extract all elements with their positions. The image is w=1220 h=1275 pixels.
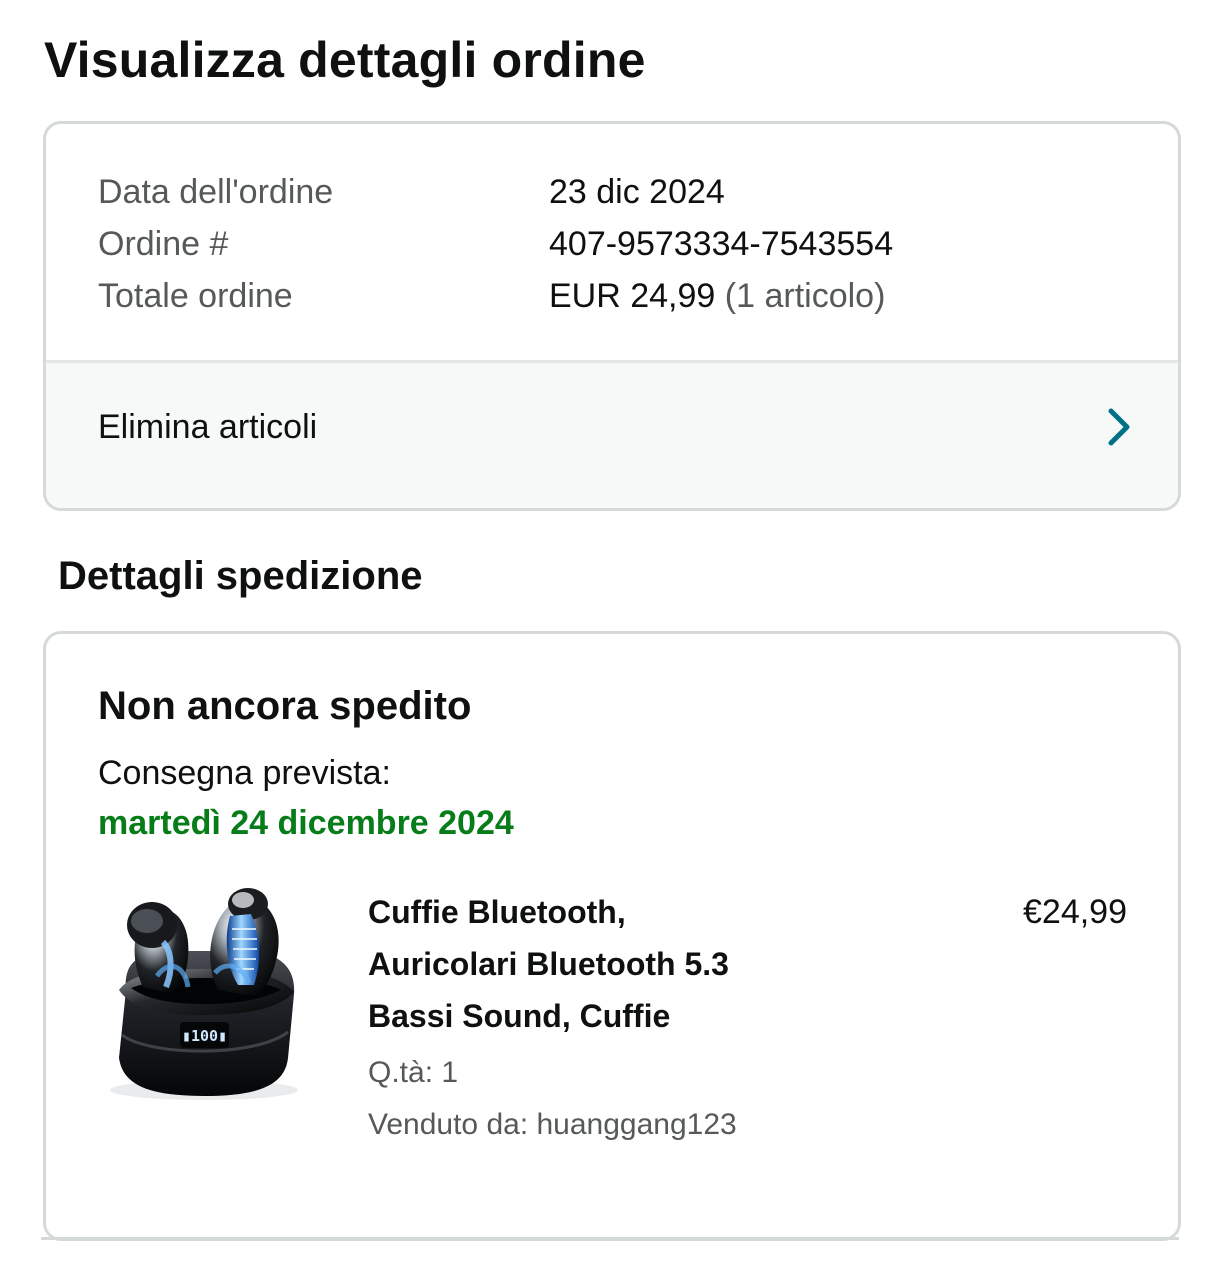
shipping-status: Non ancora spedito [98, 684, 472, 728]
order-summary-card: Data dell'ordine 23 dic 2024 Ordine # 40… [43, 121, 1181, 511]
shipping-details-title: Dettagli spedizione [58, 554, 423, 598]
order-number-label: Ordine # [98, 225, 229, 263]
chevron-right-icon [1108, 408, 1130, 446]
expected-delivery-date: martedì 24 dicembre 2024 [98, 804, 514, 842]
bottom-divider [41, 1237, 1179, 1240]
expected-delivery-label: Consegna prevista: [98, 754, 391, 792]
order-number-value: 407-9573334-7543554 [549, 225, 894, 263]
order-date-value: 23 dic 2024 [549, 173, 725, 211]
product-title-line-2: Auricolari Bluetooth 5.3 [368, 946, 729, 982]
order-total-label: Totale ordine [98, 277, 293, 315]
wireless-earbuds-image[interactable]: ▮100▮ [100, 882, 310, 1107]
order-total-value: EUR 24,99 (1 articolo) [549, 270, 885, 322]
product-quantity: Q.tà: 1 [368, 1056, 459, 1089]
order-date-label: Data dell'ordine [98, 173, 334, 211]
svg-text:▮100▮: ▮100▮ [182, 1027, 227, 1045]
order-number-row: Ordine # 407-9573334-7543554 [98, 218, 1138, 270]
order-summary-details: Data dell'ordine 23 dic 2024 Ordine # 40… [46, 124, 1178, 363]
product-title-line-1: Cuffie Bluetooth, [368, 894, 626, 930]
order-total-row: Totale ordine EUR 24,99 (1 articolo) [98, 270, 1138, 322]
page-title: Visualizza dettagli ordine [44, 32, 646, 88]
product-title-line-3: Bassi Sound, Cuffie [368, 998, 671, 1034]
product-price: €24,99 [1023, 893, 1127, 931]
delete-items-label: Elimina articoli [98, 408, 318, 446]
order-date-row: Data dell'ordine 23 dic 2024 [98, 166, 1138, 218]
order-item-count: (1 articolo) [724, 277, 886, 315]
order-total-amount: EUR 24,99 [549, 277, 716, 315]
product-seller: Venduto da: huanggang123 [368, 1108, 737, 1141]
product-title-link[interactable]: Cuffie Bluetooth, Auricolari Bluetooth 5… [368, 886, 888, 1042]
delete-items-action[interactable]: Elimina articoli [46, 363, 1178, 508]
shipping-card: Non ancora spedito Consegna prevista: ma… [43, 631, 1181, 1241]
